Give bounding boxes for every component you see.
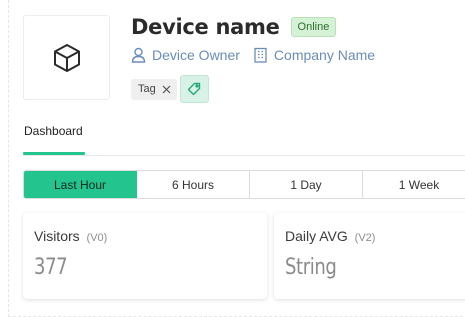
widget-value: 377 bbox=[34, 255, 68, 280]
range-6-hours-button[interactable]: 6 Hours bbox=[137, 171, 250, 198]
company-label: Company Name bbox=[273, 47, 376, 63]
widget-title: Daily AVG (V2) bbox=[285, 228, 375, 244]
widget-title: Visitors (V0) bbox=[34, 228, 107, 244]
widget-pin: (V2) bbox=[354, 232, 376, 244]
range-1-day-button[interactable]: 1 Day bbox=[250, 171, 363, 198]
widget-value: String bbox=[285, 255, 337, 280]
range-last-hour-button[interactable]: Last Hour bbox=[24, 171, 137, 198]
active-tab-indicator bbox=[23, 152, 85, 155]
tag-icon bbox=[188, 82, 201, 96]
device-owner-label: Device Owner bbox=[152, 47, 240, 63]
tab-dashboard[interactable]: Dashboard bbox=[23, 122, 85, 155]
close-icon bbox=[162, 85, 171, 93]
tab-bar: Dashboard bbox=[23, 122, 465, 156]
status-badge: Online bbox=[290, 17, 337, 37]
tag-chip: Tag bbox=[131, 78, 177, 100]
cube-icon bbox=[53, 43, 80, 72]
device-meta: Device Owner Company Name bbox=[131, 47, 375, 63]
device-header: Device name Online bbox=[131, 15, 337, 39]
device-owner-link[interactable]: Device Owner bbox=[131, 47, 240, 63]
building-icon bbox=[254, 47, 267, 63]
tab-dashboard-label: Dashboard bbox=[24, 124, 83, 138]
company-link[interactable]: Company Name bbox=[253, 47, 375, 63]
widget-visitors: Visitors (V0) 377 bbox=[23, 213, 267, 299]
widget-title-label: Daily AVG bbox=[285, 228, 348, 244]
widget-title-label: Visitors bbox=[34, 228, 80, 244]
widget-daily-avg: Daily AVG (V2) String bbox=[274, 213, 465, 299]
tag-remove-button[interactable] bbox=[162, 85, 171, 94]
add-tag-button[interactable] bbox=[179, 75, 209, 103]
widget-pin: (V0) bbox=[86, 232, 108, 244]
time-range-selector: Last Hour 6 Hours 1 Day 1 Week bbox=[23, 170, 465, 199]
user-icon bbox=[131, 47, 146, 63]
device-image bbox=[23, 15, 110, 100]
range-1-week-button[interactable]: 1 Week bbox=[363, 171, 465, 198]
device-name: Device name bbox=[131, 15, 280, 39]
tag-list: Tag bbox=[131, 75, 209, 103]
tag-label: Tag bbox=[138, 83, 156, 95]
